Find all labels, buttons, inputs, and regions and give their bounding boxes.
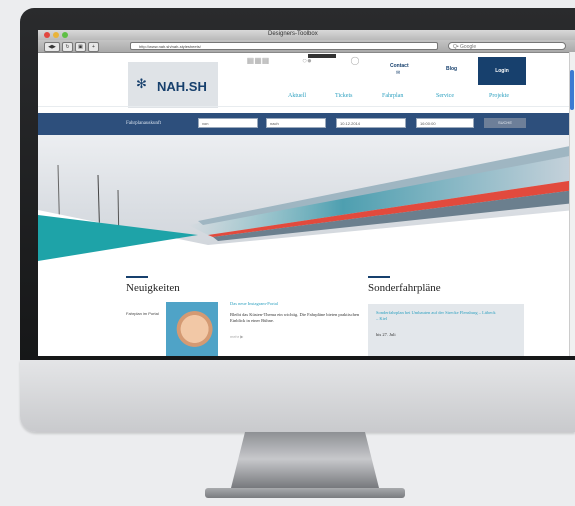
address-bar[interactable]: http://www.nah.sh/nah-stylesheets/ <box>130 42 438 50</box>
news-text: Bleibt das Küsten-Thema ein wichtig. Die… <box>230 312 360 323</box>
nav-item-5[interactable]: Projekte <box>489 93 509 99</box>
news-photo <box>166 302 218 356</box>
time-field[interactable]: 16:00:00 <box>416 118 474 128</box>
news-rule <box>126 276 148 278</box>
nav-item-3[interactable]: Fahrplan <box>382 93 403 99</box>
news-title-link[interactable]: Das neue Instagram-Portal <box>230 301 278 306</box>
sonder-rule <box>368 276 390 278</box>
from-field[interactable]: von <box>198 118 258 128</box>
logo-fish-icon: ✻ <box>136 76 147 91</box>
top-icon-a[interactable]: ▦▦▦ <box>244 56 272 65</box>
back-button[interactable]: ◀▶ <box>44 42 60 52</box>
logo-text: NAH.SH <box>157 79 207 94</box>
monitor-stand-base <box>205 488 405 498</box>
add-tab-icon[interactable]: + <box>88 42 99 52</box>
contact-link[interactable]: Contact <box>390 63 409 69</box>
minimize-window-button[interactable] <box>53 32 59 38</box>
bookmarks-icon[interactable]: ▣ <box>75 42 86 52</box>
sonder-link[interactable]: Sonderfahrplan bei Umbauten auf der Stre… <box>376 310 496 322</box>
reload-icon[interactable]: ↻ <box>62 42 73 52</box>
close-window-button[interactable] <box>44 32 50 38</box>
top-icon-c[interactable]: ◯ <box>341 56 369 65</box>
contact-label: Contact <box>390 63 409 69</box>
nav-item-2[interactable]: Tickets <box>335 93 352 99</box>
search-field[interactable]: Q• Google <box>448 42 566 50</box>
nav-divider <box>38 106 575 107</box>
to-field[interactable]: nach <box>266 118 326 128</box>
news-heading: Neuigkeiten <box>126 282 180 294</box>
news-more-link[interactable]: mehr ▶ <box>230 334 243 339</box>
circle-icon: ◯ <box>350 56 360 65</box>
scrollbar-thumb[interactable] <box>570 70 574 110</box>
hero-train-graphic <box>38 145 575 261</box>
top-dropdown-tab <box>308 54 336 58</box>
sonder-heading: Sonderfahrpläne <box>368 282 441 294</box>
nav-item-1[interactable]: Aktuell <box>288 93 306 99</box>
nav-item-4[interactable]: Service <box>436 93 454 99</box>
hero-image <box>38 135 575 261</box>
screen: Designers-Toolbox ◀▶ ↻ ▣ + http://www.na… <box>38 30 575 356</box>
window-title: Designers-Toolbox <box>268 31 318 37</box>
sonder-date: bis 27. Juli <box>376 332 396 337</box>
monitor-stand <box>230 432 380 492</box>
grid-icon: ▦▦▦ <box>246 56 270 65</box>
date-field[interactable]: 10.12.2014 <box>336 118 406 128</box>
search-button[interactable]: SUCHE <box>484 118 526 128</box>
news-side-label: Fahrplan im Portal <box>126 311 159 316</box>
zoom-window-button[interactable] <box>62 32 68 38</box>
mail-icon: ✉ <box>396 70 401 76</box>
monitor-chin <box>20 360 575 432</box>
blog-link[interactable]: Blog <box>446 66 457 72</box>
timetable-label: Fahrplanauskunft <box>126 121 161 126</box>
login-button[interactable]: Login <box>478 57 526 85</box>
